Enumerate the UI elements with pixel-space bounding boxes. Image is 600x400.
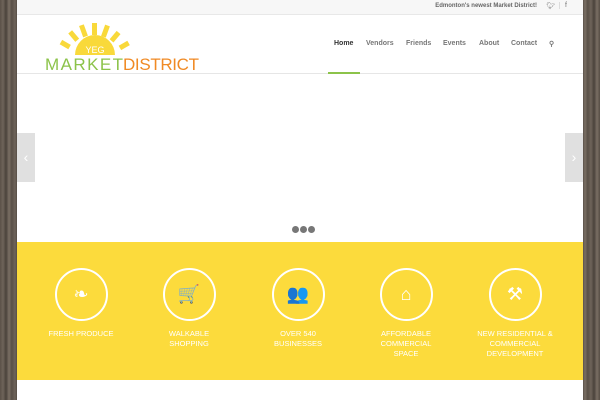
feature-label: OVER 540 BUSINESSES xyxy=(274,329,322,348)
feature-label: NEW RESIDENTIAL & COMMERCIAL DEVELOPMENT xyxy=(477,329,553,358)
feature-development: ⚒ NEW RESIDENTIAL & COMMERCIAL DEVELOPME… xyxy=(460,268,570,359)
features-band: ❧ FRESH PRODUCE 🛒 WALKABLE SHOPPING 👥 OV… xyxy=(17,242,583,380)
header: YEG MARKET DISTRICT Home Vendors Friends… xyxy=(17,15,583,74)
nav-vendors[interactable]: Vendors xyxy=(366,40,394,47)
slide-dot[interactable] xyxy=(300,226,307,233)
logo[interactable]: YEG MARKET DISTRICT xyxy=(45,21,205,73)
svg-text:MARKET: MARKET xyxy=(45,55,123,73)
nav-contact[interactable]: Contact xyxy=(511,40,537,47)
feature-walkable-shopping: 🛒 WALKABLE SHOPPING xyxy=(134,268,244,349)
twitter-icon[interactable]: 🐦︎ xyxy=(546,2,555,10)
tagline: Edmonton's newest Market District! xyxy=(435,3,537,9)
feature-fresh-produce: ❧ FRESH PRODUCE xyxy=(26,268,136,339)
slide-dot[interactable] xyxy=(292,226,299,233)
users-icon: 👥 xyxy=(271,268,325,321)
feature-label: FRESH PRODUCE xyxy=(48,329,114,338)
svg-text:DISTRICT: DISTRICT xyxy=(123,55,199,73)
nav-home[interactable]: Home xyxy=(334,40,353,47)
facebook-icon[interactable]: f xyxy=(559,2,567,9)
slider xyxy=(17,74,583,242)
feature-label: WALKABLE SHOPPING xyxy=(168,329,210,348)
nav-friends[interactable]: Friends xyxy=(406,40,431,47)
top-bar: Edmonton's newest Market District! 🐦︎ f xyxy=(17,0,583,15)
feature-commercial-space: ⌂ AFFORDABLE COMMERCIAL SPACE xyxy=(351,268,461,359)
tools-icon: ⚒ xyxy=(488,268,542,321)
leaf-icon: ❧ xyxy=(54,268,108,321)
nav-about[interactable]: About xyxy=(479,40,499,47)
slide-dot[interactable] xyxy=(308,226,315,233)
slider-next-button[interactable]: › xyxy=(565,133,583,182)
svg-text:YEG: YEG xyxy=(85,45,104,55)
page: Edmonton's newest Market District! 🐦︎ f … xyxy=(17,0,583,400)
cart-icon: 🛒 xyxy=(162,268,216,321)
home-icon: ⌂ xyxy=(379,268,433,321)
feature-label: AFFORDABLE COMMERCIAL SPACE xyxy=(380,329,432,358)
search-icon[interactable]: ⚲ xyxy=(549,40,554,48)
slider-prev-button[interactable]: ‹ xyxy=(17,133,35,182)
nav-events[interactable]: Events xyxy=(443,40,466,47)
feature-businesses: 👥 OVER 540 BUSINESSES xyxy=(243,268,353,349)
